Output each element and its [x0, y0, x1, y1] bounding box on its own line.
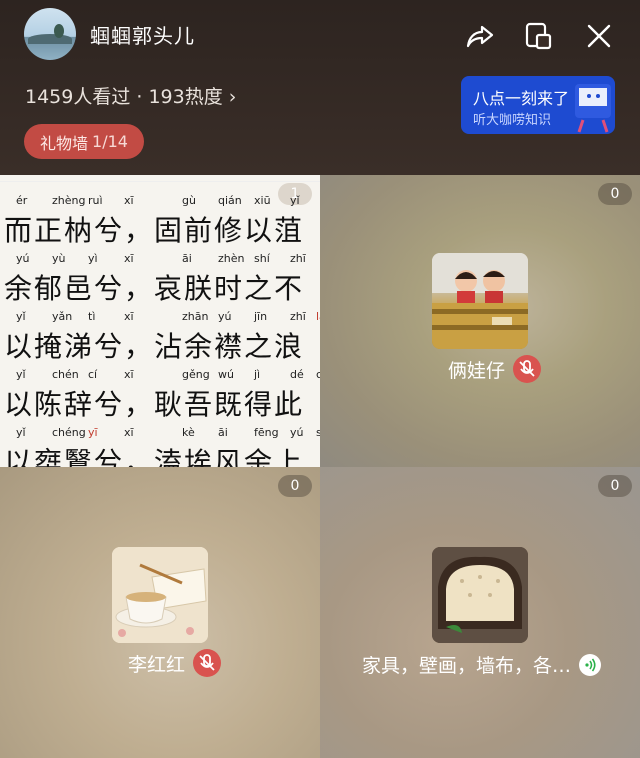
pinyin-label: zhān — [182, 310, 209, 323]
pinyin-label: zhèn — [218, 252, 245, 265]
pinyin-label: tì — [88, 310, 96, 323]
pinyin-label: yì — [88, 252, 98, 265]
share-icon[interactable] — [464, 20, 496, 52]
promo-title: 八点一刻来了 — [473, 89, 570, 108]
pinyin-label: yǐ — [290, 194, 300, 207]
promo-illustration — [575, 84, 611, 133]
minimize-window-icon[interactable] — [522, 20, 554, 52]
speaking-indicator-icon — [579, 653, 602, 676]
pinyin-label: yī — [88, 426, 98, 439]
screen-share-tile[interactable]: 1 ér zhèng ruì xī gù qián xiū yǐ 而正枘兮，固前修以菹 yú yù y… — [0, 175, 320, 467]
pinyin-label: chén — [52, 368, 79, 381]
pinyin-label: yǎn — [52, 310, 73, 323]
pinyin-label: zhèng — [52, 194, 86, 207]
pinyin-label: kè — [182, 426, 195, 439]
pinyin-label: jì — [254, 368, 261, 381]
pinyin-label: xī — [124, 194, 134, 207]
poem-text: 余郁邑兮，哀朕时之不 — [4, 272, 305, 305]
gift-wall-label: 礼物墙 — [40, 133, 89, 153]
room-stats[interactable]: 1459人看过 · 193热度 › — [25, 82, 236, 109]
room-title: 蝈蝈郭头儿 — [90, 24, 195, 48]
pinyin-label: shí — [254, 252, 270, 265]
pinyin-label: āi — [182, 252, 192, 265]
pinyin-label: ér — [16, 194, 28, 207]
user-name-text: 俩娃仔 — [448, 359, 506, 382]
user-avatar[interactable] — [112, 547, 208, 643]
pinyin-label: jīn — [254, 310, 268, 323]
pinyin-label: yǐ — [16, 426, 26, 439]
pinyin-label: cí — [88, 368, 98, 381]
host-avatar[interactable] — [24, 8, 76, 60]
stats-text: 1459人看过 · 193热度 — [25, 86, 223, 108]
pinyin-label: xī — [124, 368, 134, 381]
pinyin-label: qián — [218, 194, 242, 207]
user-name-text: 家具，壁画，墙布，各… — [362, 655, 572, 677]
pinyin-label: dé — [290, 368, 304, 381]
pinyin-label: yú — [218, 310, 232, 323]
user-avatar[interactable] — [432, 547, 528, 643]
poem-cropped-line — [0, 175, 320, 182]
pinyin-label: wú — [218, 368, 234, 381]
pinyin-label: gù — [182, 194, 196, 207]
user-tile[interactable]: 0 家具，壁画，墙布，各… — [320, 467, 640, 758]
user-name-text: 李红红 — [128, 653, 186, 676]
gift-count-badge: 0 — [598, 475, 632, 497]
pinyin-label: āi — [218, 426, 228, 439]
pinyin-label: yú — [290, 426, 304, 439]
mic-muted-icon — [513, 355, 542, 383]
user-tile[interactable]: 0 李红红 — [0, 467, 320, 758]
user-avatar[interactable] — [432, 253, 528, 349]
pinyin-label: fēng — [254, 426, 279, 439]
promo-banner[interactable]: 八点一刻来了 听大咖唠知识 — [461, 76, 615, 134]
pinyin-label: xiū — [254, 194, 271, 207]
user-name: 俩娃仔 — [448, 355, 542, 383]
pinyin-label: chéng — [52, 426, 86, 439]
promo-subtitle: 听大咖唠知识 — [473, 113, 552, 128]
pinyin-label: yú — [16, 252, 30, 265]
coffee-book-photo-icon — [112, 547, 208, 643]
pinyin-label: yǐ — [16, 368, 26, 381]
pinyin-label: yǐ — [16, 310, 26, 323]
pinyin-label: yù — [52, 252, 66, 265]
sofa-photo-icon — [432, 547, 528, 643]
poem-text: 而正枘兮，固前修以菹 — [4, 214, 305, 247]
poem-text: 以掩涕兮，沾余襟之浪 — [4, 330, 305, 363]
pinyin-label: gěng — [182, 368, 210, 381]
poem-text: 以椉鷖兮，溘埃风余上 — [4, 446, 305, 467]
user-name: 李红红 — [128, 649, 222, 677]
pinyin-label: zhī — [290, 252, 306, 265]
pinyin-label: xī — [124, 426, 134, 439]
room-header: 蝈蝈郭头儿 1459人看过 · 193热度 › 礼物墙 1/14 八点一刻来了 听… — [0, 0, 640, 175]
gift-wall-count: 1/14 — [92, 132, 128, 151]
pinyin-label: xī — [124, 252, 134, 265]
user-tile[interactable]: 0 俩娃仔 — [320, 175, 640, 467]
mic-muted-icon — [193, 649, 222, 677]
pinyin-label: zhī — [290, 310, 306, 323]
gift-count-badge: 0 — [278, 475, 312, 497]
gift-count-badge: 0 — [598, 183, 632, 205]
poem-text: 以陈辞兮，耿吾既得此 — [4, 388, 305, 421]
children-photo-icon — [432, 253, 528, 349]
close-icon[interactable] — [583, 20, 615, 52]
user-name: 家具，壁画，墙布，各… — [362, 651, 602, 678]
gift-wall-button[interactable]: 礼物墙 1/14 — [24, 124, 144, 159]
pinyin-label: xī — [124, 310, 134, 323]
chevron-right-icon: › — [228, 86, 237, 108]
pinyin-label: ruì — [88, 194, 103, 207]
